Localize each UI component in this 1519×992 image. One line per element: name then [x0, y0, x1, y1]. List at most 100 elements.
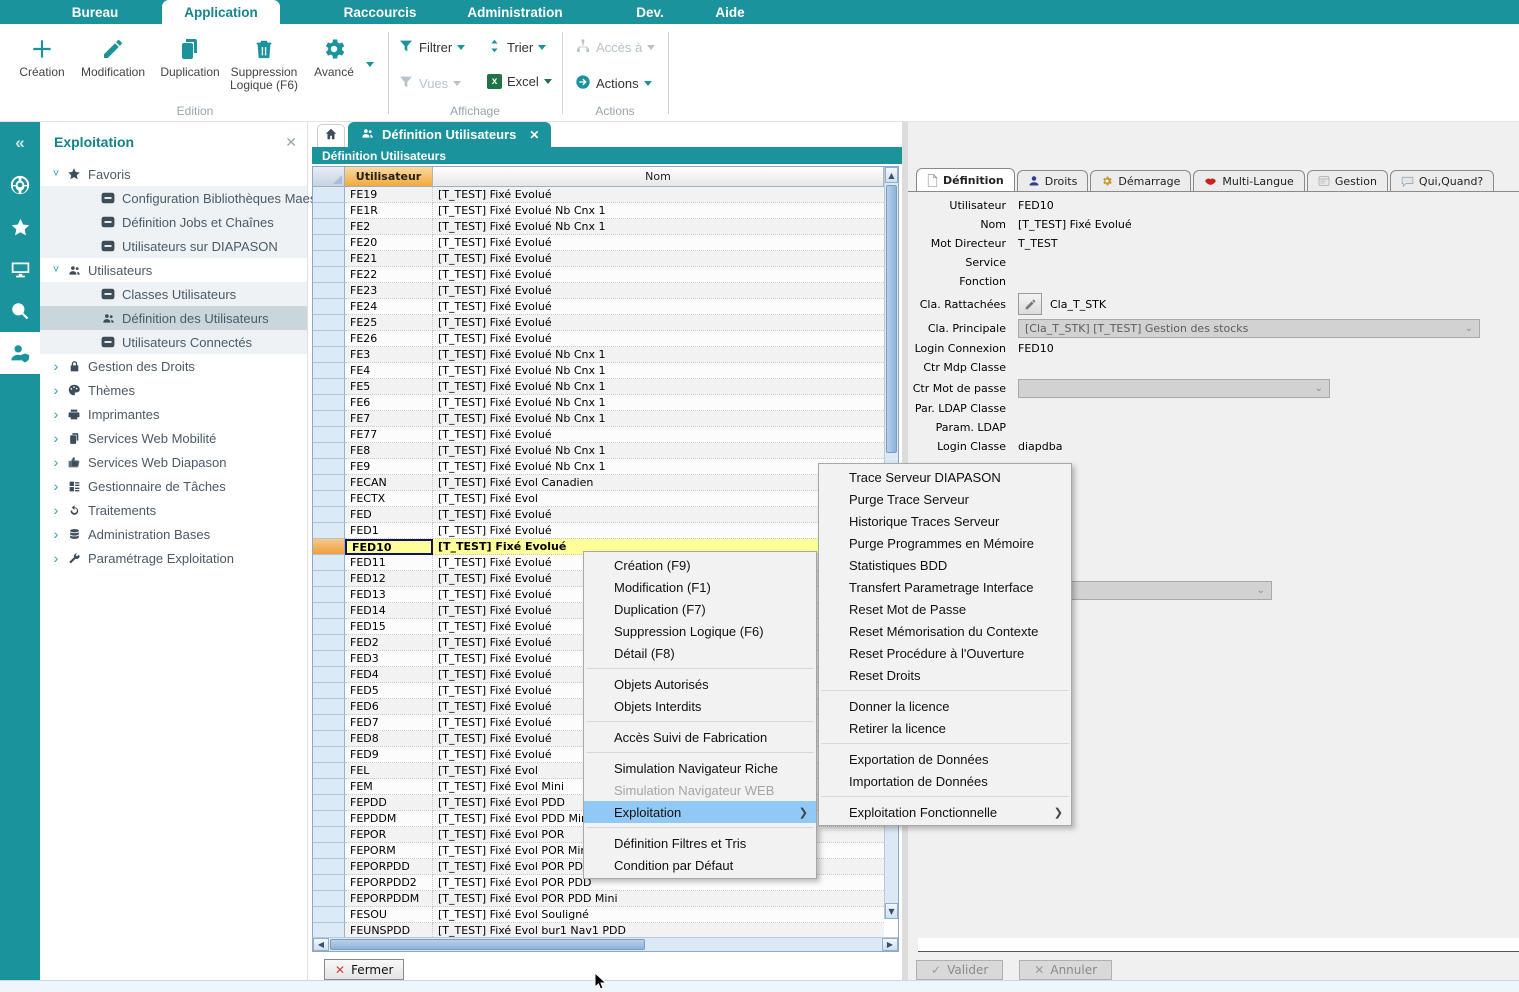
- table-row-FE4[interactable]: FE4[T_TEST] Fixé Evolué Nb Cnx 1: [313, 363, 898, 379]
- menu-item-purge-trace-serveur[interactable]: Purge Trace Serveur: [819, 488, 1071, 510]
- cell-nom[interactable]: [T_TEST] Fixé Evolué: [433, 299, 884, 315]
- cell-utilisateur[interactable]: FED5: [345, 683, 433, 699]
- row-selector[interactable]: [313, 891, 345, 907]
- row-selector[interactable]: [313, 811, 345, 827]
- table-row-FE5[interactable]: FE5[T_TEST] Fixé Evolué Nb Cnx 1: [313, 379, 898, 395]
- row-selector[interactable]: [313, 187, 345, 203]
- column-header-utilisateur[interactable]: Utilisateur: [345, 167, 433, 187]
- cell-utilisateur[interactable]: FE6: [345, 395, 433, 411]
- sidebar-item-utilisateurs[interactable]: ˅Utilisateurs: [40, 258, 307, 282]
- row-selector[interactable]: [313, 395, 345, 411]
- cell-utilisateur[interactable]: FEPORPDD: [345, 859, 433, 875]
- row-selector[interactable]: [313, 779, 345, 795]
- menu-item-reset-droits[interactable]: Reset Droits: [819, 664, 1071, 686]
- menu-item-objets-interdits[interactable]: Objets Interdits: [584, 695, 816, 717]
- modification-button[interactable]: Modification: [74, 32, 152, 79]
- row-selector[interactable]: [313, 379, 345, 395]
- field-value-login-classe[interactable]: diapdba: [1018, 440, 1062, 453]
- sidebar-item-th-mes[interactable]: ›Thèmes: [40, 378, 307, 402]
- trier-button[interactable]: Trier: [487, 38, 546, 57]
- cell-utilisateur[interactable]: FED9: [345, 747, 433, 763]
- cell-nom[interactable]: [T_TEST] Fixé Evolué: [433, 507, 884, 523]
- cell-utilisateur[interactable]: FE1R: [345, 203, 433, 219]
- table-row-FE77[interactable]: FE77[T_TEST] Fixé Evolué: [313, 427, 898, 443]
- chevron-down-icon[interactable]: ˅: [48, 264, 64, 276]
- menu-item-reset-mot-de-passe[interactable]: Reset Mot de Passe: [819, 598, 1071, 620]
- menu-item-d-finition-filtres-et-tris[interactable]: Définition Filtres et Tris: [584, 832, 816, 854]
- cell-utilisateur[interactable]: FE20: [345, 235, 433, 251]
- table-row-FEPORPDDM[interactable]: FEPORPDDM[T_TEST] Fixé Evol POR PDD Mini: [313, 891, 898, 907]
- cell-utilisateur[interactable]: FEPOR: [345, 827, 433, 843]
- filtrer-button[interactable]: Filtrer: [398, 38, 465, 57]
- vertical-scroll-thumb[interactable]: [886, 185, 897, 453]
- sidebar-item-d-finition-jobs-et-cha-nes[interactable]: Définition Jobs et Chaînes: [40, 210, 307, 234]
- cell-nom[interactable]: [T_TEST] Fixé Evolué Nb Cnx 1: [433, 219, 884, 235]
- sidebar-item-classes-utilisateurs[interactable]: Classes Utilisateurs: [40, 282, 307, 306]
- rail-user-shield-icon[interactable]: [0, 332, 40, 374]
- cell-utilisateur[interactable]: FE4: [345, 363, 433, 379]
- table-row-FE8[interactable]: FE8[T_TEST] Fixé Evolué Nb Cnx 1: [313, 443, 898, 459]
- row-selector[interactable]: [313, 315, 345, 331]
- row-selector[interactable]: [313, 603, 345, 619]
- table-row-FE19[interactable]: FE19[T_TEST] Fixé Evolué: [313, 187, 898, 203]
- table-row-FE21[interactable]: FE21[T_TEST] Fixé Evolué: [313, 251, 898, 267]
- field-value-utilisateur[interactable]: FED10: [1018, 199, 1054, 212]
- cell-nom[interactable]: [T_TEST] Fixé Evolué: [433, 331, 884, 347]
- menu-item-exportation-de-donn-es[interactable]: Exportation de Données: [819, 748, 1071, 770]
- cell-nom[interactable]: [T_TEST] Fixé Evolué: [433, 267, 884, 283]
- row-selector[interactable]: [313, 699, 345, 715]
- rail-star-icon[interactable]: [0, 206, 40, 248]
- creation-button[interactable]: Création: [6, 32, 78, 79]
- lookup-button-cla-rattach-es[interactable]: [1018, 293, 1042, 315]
- tab-close-icon[interactable]: ✕: [529, 128, 539, 142]
- cell-nom[interactable]: [T_TEST] Fixé Evolué Nb Cnx 1: [433, 459, 884, 475]
- menu-item-duplication-f7[interactable]: Duplication (F7): [584, 598, 816, 620]
- row-selector[interactable]: [313, 747, 345, 763]
- cell-nom[interactable]: [T_TEST] Fixé Evolué Nb Cnx 1: [433, 411, 884, 427]
- table-row-FE26[interactable]: FE26[T_TEST] Fixé Evolué: [313, 331, 898, 347]
- grid-corner-cell[interactable]: [313, 167, 345, 187]
- menu-item-transfert-parametrage-interface[interactable]: Transfert Parametrage Interface: [819, 576, 1071, 598]
- chevron-right-icon[interactable]: ›: [48, 550, 64, 566]
- row-selector[interactable]: [313, 587, 345, 603]
- menu-bureau[interactable]: Bureau: [35, 0, 155, 24]
- table-row-FESOU[interactable]: FESOU[T_TEST] Fixé Evol Souligné: [313, 907, 898, 923]
- row-selector[interactable]: [313, 571, 345, 587]
- tab-definition-utilisateurs[interactable]: Définition Utilisateurs ✕: [348, 122, 551, 147]
- row-selector[interactable]: [313, 907, 345, 923]
- chevron-down-icon[interactable]: ˅: [48, 168, 64, 180]
- menu-item-reset-m-morisation-du-contexte[interactable]: Reset Mémorisation du Contexte: [819, 620, 1071, 642]
- cell-utilisateur[interactable]: FE26: [345, 331, 433, 347]
- cell-utilisateur[interactable]: FEPORPDD2: [345, 875, 433, 891]
- menu-item-cr-ation-f9[interactable]: Création (F9): [584, 554, 816, 576]
- cell-nom[interactable]: [T_TEST] Fixé Evol Canadien: [433, 475, 884, 491]
- chevron-right-icon[interactable]: ›: [48, 430, 64, 446]
- chevron-right-icon[interactable]: ›: [48, 382, 64, 398]
- table-row-FE2[interactable]: FE2[T_TEST] Fixé Evolué Nb Cnx 1: [313, 219, 898, 235]
- cell-utilisateur[interactable]: FE24: [345, 299, 433, 315]
- row-selector[interactable]: [313, 539, 345, 555]
- tab-qui-quand[interactable]: Qui,Quand?: [1390, 170, 1494, 191]
- menu-item-historique-traces-serveur[interactable]: Historique Traces Serveur: [819, 510, 1071, 532]
- cell-utilisateur[interactable]: FED12: [345, 571, 433, 587]
- row-selector[interactable]: [313, 619, 345, 635]
- cell-nom[interactable]: [T_TEST] Fixé Evolué: [433, 283, 884, 299]
- row-selector[interactable]: [313, 427, 345, 443]
- row-selector[interactable]: [313, 683, 345, 699]
- cell-utilisateur[interactable]: FE23: [345, 283, 433, 299]
- row-selector[interactable]: [313, 763, 345, 779]
- row-selector[interactable]: [313, 459, 345, 475]
- menu-item-simulation-navigateur-riche[interactable]: Simulation Navigateur Riche: [584, 757, 816, 779]
- cell-utilisateur[interactable]: FED: [345, 507, 433, 523]
- cell-nom[interactable]: [T_TEST] Fixé Evolué: [433, 315, 884, 331]
- cell-utilisateur[interactable]: FEM: [345, 779, 433, 795]
- cell-utilisateur[interactable]: FEPDDM: [345, 811, 433, 827]
- menu-item-importation-de-donn-es[interactable]: Importation de Données: [819, 770, 1071, 792]
- row-selector[interactable]: [313, 843, 345, 859]
- scroll-right-icon[interactable]: ▶: [882, 938, 898, 951]
- cell-utilisateur[interactable]: FED2: [345, 635, 433, 651]
- row-selector[interactable]: [313, 363, 345, 379]
- table-row-FE9[interactable]: FE9[T_TEST] Fixé Evolué Nb Cnx 1: [313, 459, 898, 475]
- cell-nom[interactable]: [T_TEST] Fixé Evolué Nb Cnx 1: [433, 203, 884, 219]
- menu-item-d-tail-f8[interactable]: Détail (F8): [584, 642, 816, 664]
